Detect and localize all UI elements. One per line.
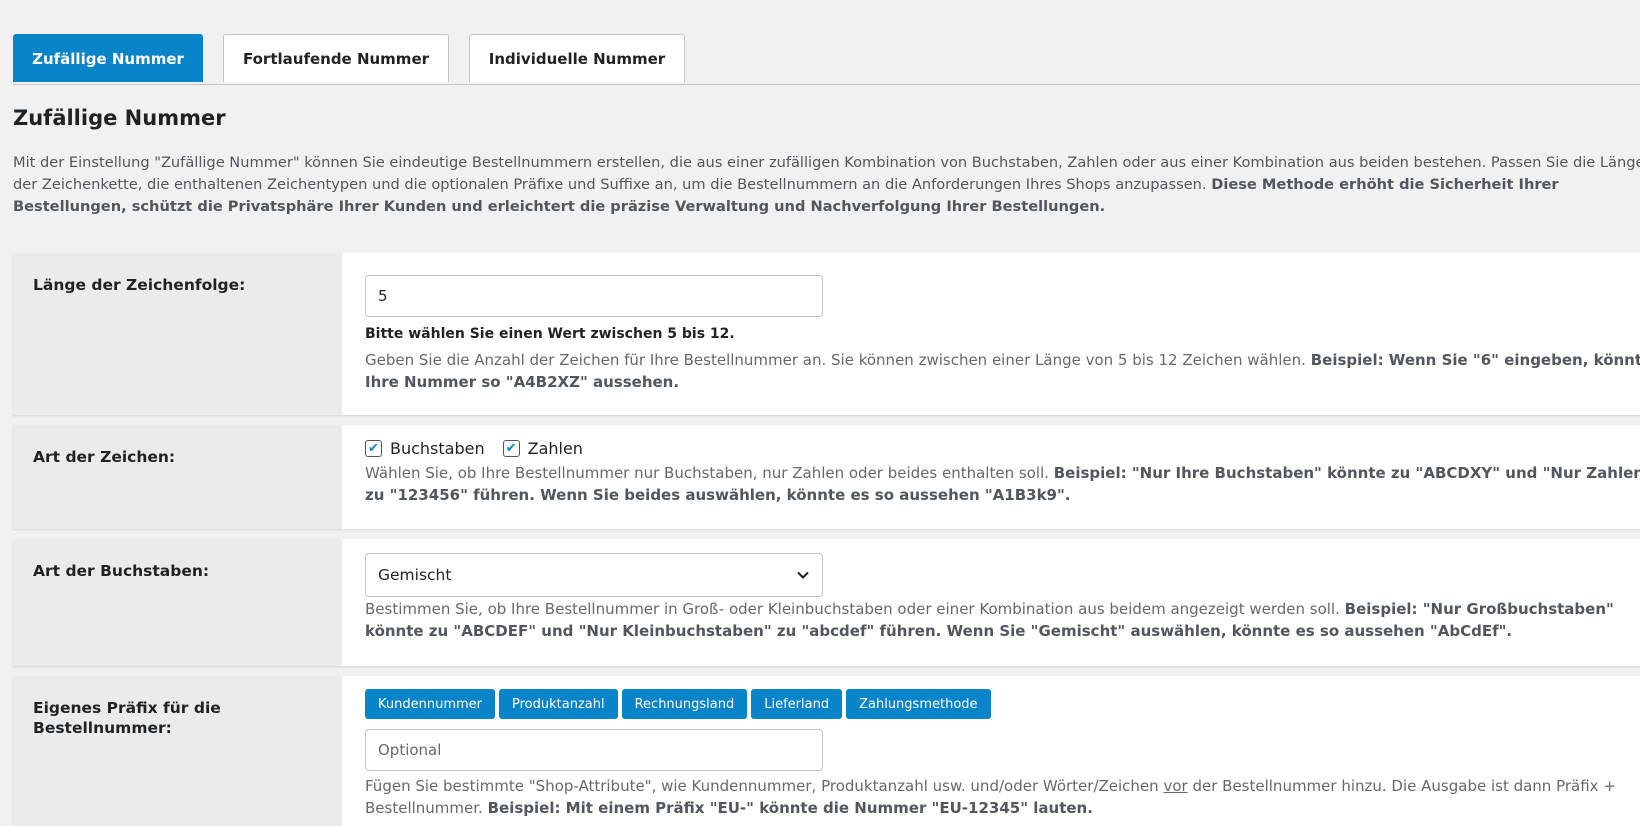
intro-text: Mit der Einstellung "Zufällige Nummer" k… [13,152,1640,218]
tab-individual-number[interactable]: Individuelle Nummer [469,34,685,82]
tab-sequential-number[interactable]: Fortlaufende Nummer [223,34,449,82]
setting-label-cell: Art der Zeichen: [13,425,342,529]
letter-case-desc-main: Bestimmen Sie, ob Ihre Bestellnummer in … [365,600,1340,618]
chip-customer-number[interactable]: Kundennummer [365,689,495,719]
check-icon: ✔ [505,441,517,456]
numbers-checkbox-label: Zahlen [527,439,583,458]
page-title: Zufällige Nummer [13,106,226,130]
letter-case-select[interactable]: Gemischt [365,553,823,597]
numbers-checkbox-option[interactable]: ✔ Zahlen [502,439,583,458]
setting-label-prefix: Eigenes Präfix für die Bestellnummer: [33,699,221,737]
setting-label-letter-case: Art der Buchstaben: [33,562,210,580]
prefix-desc-bold: Beispiel: Mit einem Präfix "EU-" könnte … [487,799,1093,817]
setting-row-prefix: Eigenes Präfix für die Bestellnummer: Ku… [13,676,1640,826]
chip-payment-method[interactable]: Zahlungsmethode [846,689,991,719]
check-icon: ✔ [368,441,379,456]
setting-label-length: Länge der Zeichenfolge: [33,276,246,294]
chip-product-count[interactable]: Produktanzahl [499,689,618,719]
letters-checkbox-option[interactable]: ✔ Buchstaben [365,439,485,458]
setting-row-length: Länge der Zeichenfolge: Bitte wählen Sie… [13,253,1640,415]
prefix-attribute-chips: Kundennummer Produktanzahl Rechnungsland… [365,689,995,719]
setting-label-cell: Art der Buchstaben: [13,539,342,666]
tab-random-number[interactable]: Zufällige Nummer [13,34,203,82]
setting-label-char-type: Art der Zeichen: [33,448,176,466]
setting-row-letter-case: Art der Buchstaben: Gemischt Bestimmen S… [13,539,1640,666]
prefix-description: Fügen Sie bestimmte "Shop-Attribute", wi… [365,775,1640,819]
chevron-down-icon [796,568,810,582]
length-input[interactable] [365,275,823,317]
prefix-desc-before: Fügen Sie bestimmte "Shop-Attribute", wi… [365,777,1159,795]
prefix-input[interactable] [365,729,823,771]
chip-billing-country[interactable]: Rechnungsland [621,689,748,719]
tab-bar: Zufällige Nummer Fortlaufende Nummer Ind… [13,34,1640,85]
chip-shipping-country[interactable]: Lieferland [751,689,843,719]
length-hint: Bitte wählen Sie einen Wert zwischen 5 b… [365,326,735,342]
letters-checkbox-label: Buchstaben [390,439,485,458]
setting-label-cell: Länge der Zeichenfolge: [13,253,342,415]
char-type-desc-main: Wählen Sie, ob Ihre Bestellnummer nur Bu… [365,464,1049,482]
letters-checkbox[interactable]: ✔ [365,440,382,457]
length-description: Geben Sie die Anzahl der Zeichen für Ihr… [365,349,1640,393]
letter-case-description: Bestimmen Sie, ob Ihre Bestellnummer in … [365,598,1640,642]
letter-case-selected-value: Gemischt [378,566,452,584]
char-type-description: Wählen Sie, ob Ihre Bestellnummer nur Bu… [365,462,1640,506]
setting-row-char-type: Art der Zeichen: ✔ Buchstaben ✔ Zahlen W… [13,425,1640,529]
setting-label-cell: Eigenes Präfix für die Bestellnummer: [13,676,342,826]
length-desc-main: Geben Sie die Anzahl der Zeichen für Ihr… [365,351,1306,369]
numbers-checkbox[interactable]: ✔ [502,440,520,457]
prefix-desc-underline: vor [1163,777,1188,795]
char-type-options: ✔ Buchstaben ✔ Zahlen [365,439,601,458]
